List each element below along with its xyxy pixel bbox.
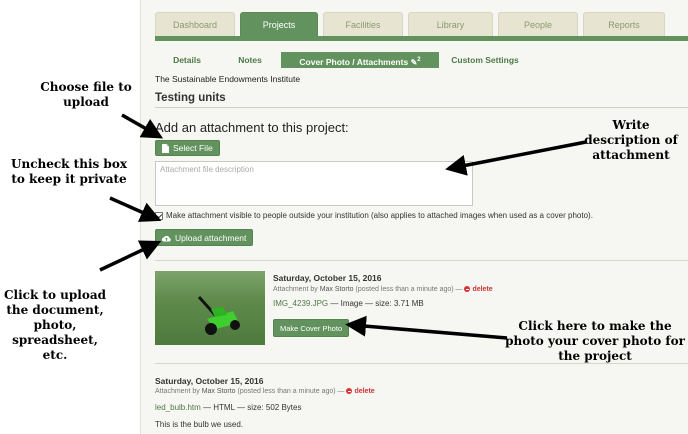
tab-dashboard[interactable]: Dashboard xyxy=(155,12,235,36)
entry-user[interactable]: Max Storto xyxy=(320,286,354,293)
subtab-details[interactable]: Details xyxy=(155,52,219,68)
annotation-uncheck: Uncheck this box to keep it private xyxy=(11,157,127,186)
subtab-notes[interactable]: Notes xyxy=(219,52,281,68)
subtab-cover-photo-attachments[interactable]: Cover Photo / Attachments ✎2 xyxy=(281,52,439,68)
entry-date: Saturday, October 15, 2016 xyxy=(155,376,264,386)
subtab-custom-settings[interactable]: Custom Settings xyxy=(439,52,531,68)
annotation-click-upload: Click to upload the document, photo, spr… xyxy=(3,288,107,362)
file-link[interactable]: led_bulb.htm xyxy=(155,403,201,412)
attachment-description-input[interactable]: Attachment file description xyxy=(155,161,473,206)
file-info: — HTML — size: 502 Bytes xyxy=(203,403,302,412)
app-panel: Dashboard Projects Facilities Library Pe… xyxy=(140,0,688,434)
make-cover-photo-button[interactable]: Make Cover Photo xyxy=(273,319,350,337)
visibility-row: Make attachment visible to people outsid… xyxy=(155,211,593,220)
tab-facilities[interactable]: Facilities xyxy=(323,12,403,36)
visibility-checkbox[interactable] xyxy=(155,211,163,220)
upload-attachment-button[interactable]: Upload attachment xyxy=(155,229,254,246)
upload-icon xyxy=(162,234,171,242)
entry-meta: Attachment by Max Storto (posted less th… xyxy=(155,388,375,395)
file-info: — Image — size: 3.71 MB xyxy=(330,299,424,308)
tab-reports[interactable]: Reports xyxy=(583,12,665,36)
entry-meta: Attachment by Max Storto (posted less th… xyxy=(273,286,493,293)
institution-name: The Sustainable Endowments Institute xyxy=(155,74,301,84)
file-link[interactable]: IMG_4239.JPG xyxy=(273,299,328,308)
project-title: Testing units xyxy=(155,92,226,104)
delete-icon[interactable] xyxy=(464,286,471,293)
file-line: IMG_4239.JPG — Image — size: 3.71 MB xyxy=(273,299,424,308)
visibility-label: Make attachment visible to people outsid… xyxy=(166,211,593,220)
delete-link[interactable]: delete xyxy=(472,286,492,293)
entry-date: Saturday, October 15, 2016 xyxy=(273,273,382,283)
attachment-by-label: Attachment by xyxy=(155,388,200,395)
upload-attachment-label: Upload attachment xyxy=(175,232,247,243)
subtab-cover-photo-label: Cover Photo / Attachments xyxy=(299,56,409,67)
make-cover-photo-label: Make Cover Photo xyxy=(280,323,343,333)
attachment-by-label: Attachment by xyxy=(273,286,318,293)
sub-tabs: Details Notes Cover Photo / Attachments … xyxy=(155,52,531,68)
section-divider xyxy=(155,107,688,108)
tab-bar-underline xyxy=(155,36,688,41)
add-attachment-heading: Add an attachment to this project: xyxy=(155,120,349,135)
tab-projects[interactable]: Projects xyxy=(240,12,318,36)
mower-image xyxy=(197,295,240,335)
annotation-choose-file: Choose file to upload xyxy=(40,80,132,109)
annotation-write-description: Write description of attachment xyxy=(584,118,678,162)
entries-divider xyxy=(155,260,688,261)
delete-icon[interactable] xyxy=(346,388,353,395)
description-placeholder: Attachment file description xyxy=(160,165,254,174)
file-icon xyxy=(162,143,169,153)
main-tabs: Dashboard Projects Facilities Library Pe… xyxy=(155,12,670,36)
select-file-button[interactable]: Select File xyxy=(155,140,220,156)
delete-link[interactable]: delete xyxy=(354,388,374,395)
entry-posted: (posted less than a minute ago) — xyxy=(355,286,463,293)
attachments-count: 2 xyxy=(417,57,421,63)
entry-posted: (posted less than a minute ago) — xyxy=(237,388,345,395)
tab-people[interactable]: People xyxy=(498,12,578,36)
tab-library[interactable]: Library xyxy=(408,12,493,36)
select-file-label: Select File xyxy=(173,143,213,153)
annotation-cover-photo: Click here to make the photo your cover … xyxy=(505,319,685,363)
entry-user[interactable]: Max Storto xyxy=(202,388,236,395)
attachment-description: This is the bulb we used. xyxy=(155,420,244,429)
attachment-thumbnail[interactable] xyxy=(155,271,265,345)
file-line: led_bulb.htm — HTML — size: 502 Bytes xyxy=(155,403,301,412)
